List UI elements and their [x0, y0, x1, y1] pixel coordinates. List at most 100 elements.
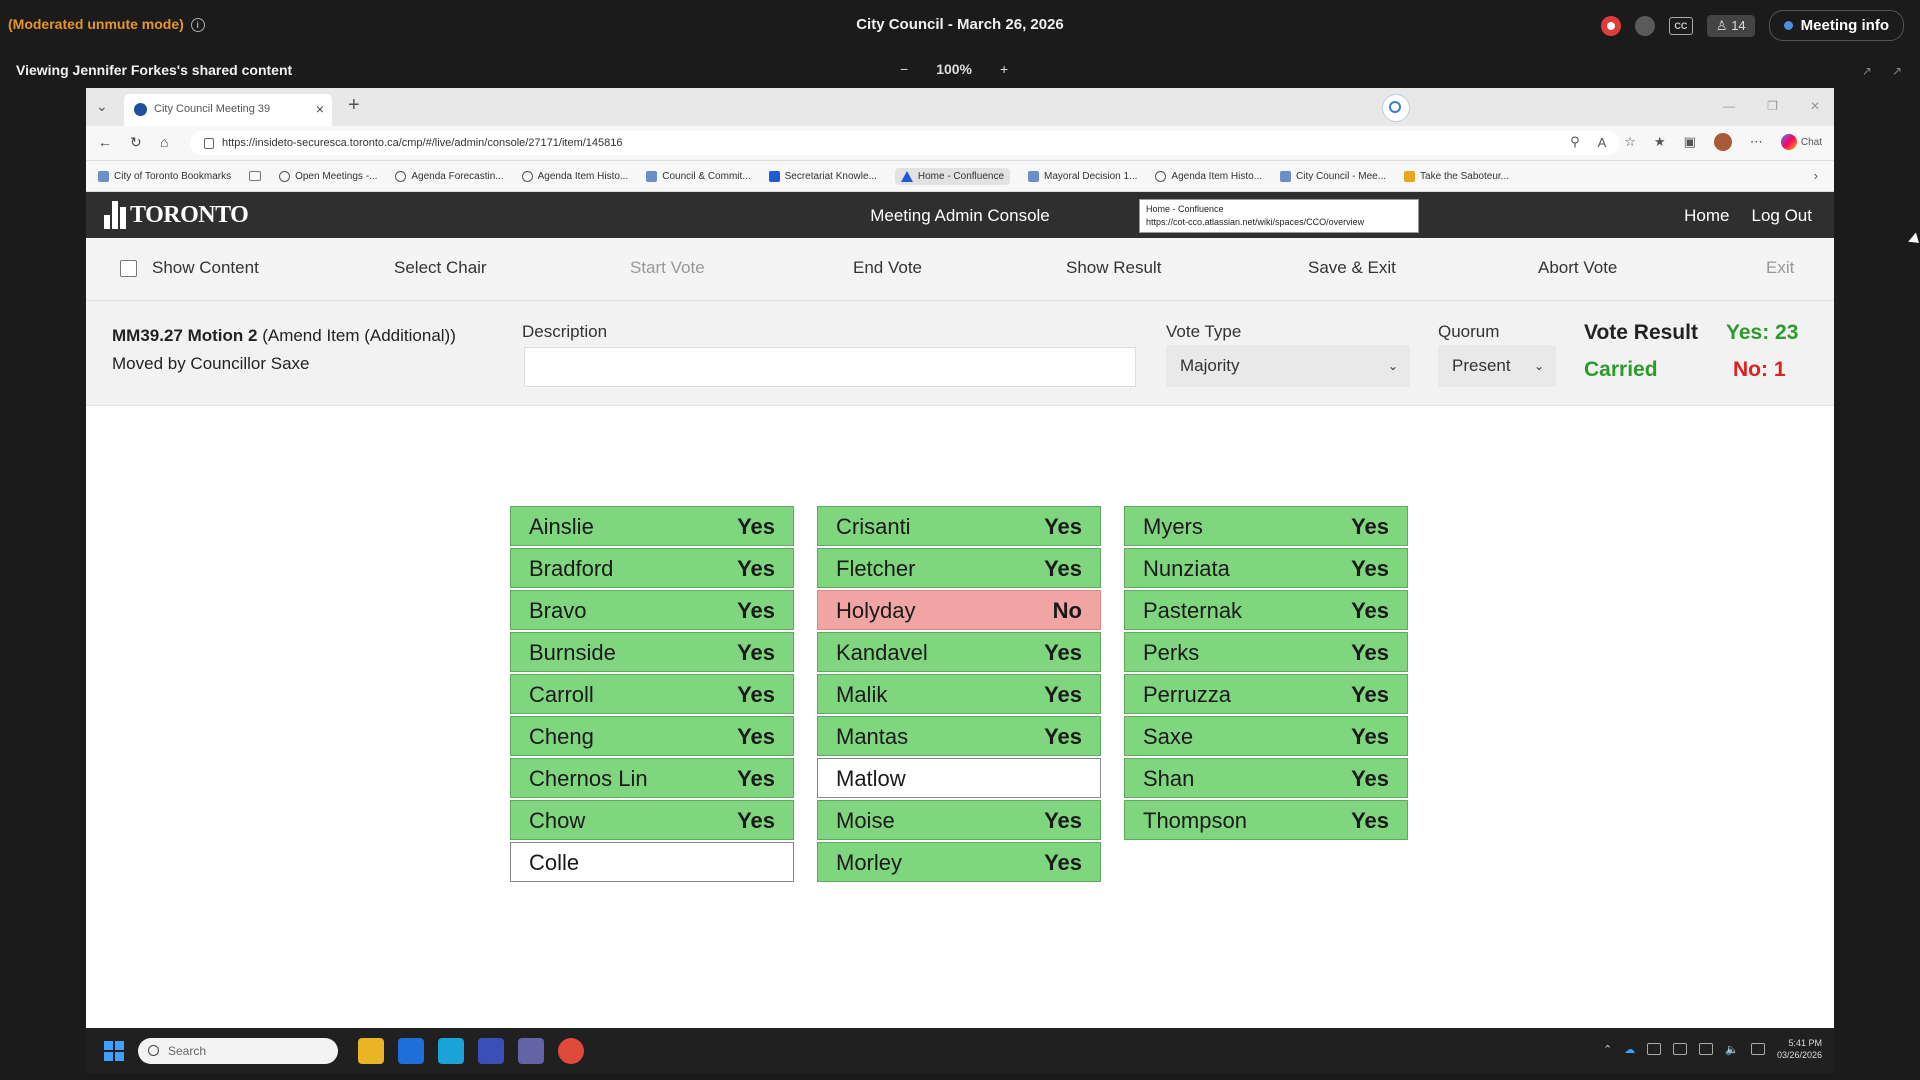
vote-cell[interactable]: Burnside Yes — [510, 632, 794, 672]
refresh-icon[interactable]: ↻ — [130, 134, 142, 151]
vote-cell[interactable]: Shan Yes — [1124, 758, 1408, 798]
pen-icon[interactable] — [1647, 1043, 1662, 1055]
close-tab-icon[interactable]: × — [316, 101, 324, 117]
logout-link[interactable]: Log Out — [1752, 206, 1813, 226]
favorite-icon[interactable]: ☆ — [1624, 134, 1636, 150]
more-icon[interactable]: ⋯ — [1750, 134, 1763, 150]
browser-tab[interactable]: City Council Meeting 39 × — [124, 94, 332, 126]
chevron-right-icon[interactable]: › — [1814, 168, 1818, 183]
quorum-value: Present — [1452, 356, 1511, 375]
volume-icon[interactable]: 🔈 — [1725, 1043, 1739, 1056]
new-tab-button[interactable]: + — [348, 94, 360, 117]
home-icon[interactable]: ⌂ — [160, 134, 168, 150]
onedrive-icon[interactable]: ☁ — [1624, 1043, 1635, 1056]
vote-cell[interactable]: Pasternak Yes — [1124, 590, 1408, 630]
bookmark-item[interactable]: City Council - Mee... — [1280, 170, 1386, 182]
abort-vote-button[interactable]: Abort Vote — [1538, 258, 1617, 278]
vote-cell[interactable]: Ainslie Yes — [510, 506, 794, 546]
recording-icon[interactable] — [1600, 15, 1621, 36]
home-link[interactable]: Home — [1684, 206, 1729, 226]
chrome-icon[interactable] — [558, 1038, 584, 1064]
vote-type-select[interactable]: Majority ⌄ — [1166, 345, 1410, 387]
bookmark-item[interactable]: Open Meetings -... — [279, 170, 377, 182]
show-content-checkbox[interactable] — [120, 260, 137, 277]
file-explorer-icon[interactable] — [358, 1038, 384, 1064]
bookmark-item[interactable]: Take the Saboteur... — [1404, 170, 1509, 182]
close-window-icon[interactable]: ✕ — [1810, 99, 1820, 113]
collections-icon[interactable]: ▣ — [1684, 134, 1696, 150]
vote-cell[interactable]: Myers Yes — [1124, 506, 1408, 546]
webex-icon[interactable] — [478, 1038, 504, 1064]
bookmark-item[interactable]: Agenda Forecastin... — [395, 170, 504, 182]
chevron-up-icon[interactable]: ⌃ — [1603, 1043, 1612, 1056]
fullscreen-icon[interactable]: ↗ — [1892, 64, 1902, 78]
vote-column-3: Myers Yes Nunziata Yes Pasternak Yes Perks Yes P… — [1124, 506, 1408, 842]
windows-start-icon[interactable] — [104, 1041, 124, 1061]
copilot-button[interactable]: Chat — [1780, 134, 1822, 150]
battery-icon[interactable] — [1750, 1043, 1765, 1055]
outlook-icon[interactable] — [398, 1038, 424, 1064]
vote-cell[interactable]: Thompson Yes — [1124, 800, 1408, 840]
display-icon[interactable] — [1673, 1043, 1688, 1055]
select-chair-button[interactable]: Select Chair — [394, 258, 487, 278]
vote-cell[interactable]: Saxe Yes — [1124, 716, 1408, 756]
vote-cell[interactable]: Bradford Yes — [510, 548, 794, 588]
back-icon[interactable]: ← — [98, 134, 112, 150]
vote-cell[interactable]: Carroll Yes — [510, 674, 794, 714]
bookmark-item[interactable]: Mayoral Decision 1... — [1028, 170, 1137, 182]
zoom-in-button[interactable]: + — [1000, 61, 1008, 77]
show-result-button[interactable]: Show Result — [1066, 258, 1161, 278]
zoom-out-button[interactable]: − — [900, 61, 908, 77]
bookmark-item[interactable]: Agenda Item Histo... — [1155, 170, 1262, 182]
taskbar-search[interactable]: Search — [138, 1038, 338, 1064]
vote-cell[interactable]: Mantas Yes — [817, 716, 1101, 756]
favorites-icon[interactable]: ★ — [1654, 134, 1666, 150]
compass-icon[interactable] — [1634, 15, 1655, 36]
system-clock[interactable]: 5:41 PM 03/26/2026 — [1777, 1037, 1822, 1061]
vote-cell[interactable]: Holyday No — [817, 590, 1101, 630]
vote-cell[interactable]: Moise Yes — [817, 800, 1101, 840]
edge-icon[interactable] — [438, 1038, 464, 1064]
minimize-icon[interactable]: — — [1723, 99, 1735, 113]
start-vote-button[interactable]: Start Vote — [630, 258, 705, 278]
vote-cell[interactable]: Perruzza Yes — [1124, 674, 1408, 714]
vote-cell[interactable]: Matlow — [817, 758, 1101, 798]
captions-icon[interactable]: CC — [1668, 16, 1693, 35]
bookmark-item[interactable]: Home - Confluence — [894, 167, 1011, 185]
bookmark-item[interactable] — [249, 171, 262, 181]
read-aloud-icon[interactable]: A — [1598, 135, 1607, 150]
vote-cell[interactable]: Bravo Yes — [510, 590, 794, 630]
quorum-select[interactable]: Present ⌄ — [1438, 345, 1556, 387]
bookmark-item[interactable]: City of Toronto Bookmarks — [98, 170, 231, 182]
vote-cell[interactable]: Chow Yes — [510, 800, 794, 840]
bookmark-item[interactable]: Council & Commit... — [646, 170, 751, 182]
tab-list-chevron-icon[interactable]: ⌄ — [96, 98, 108, 115]
vote-cell[interactable]: Colle — [510, 842, 794, 882]
bookmark-item[interactable]: Secretariat Knowle... — [768, 170, 877, 182]
copilot-icon[interactable] — [1382, 94, 1410, 122]
pop-out-icon[interactable]: ↗ — [1862, 64, 1872, 78]
vote-cell[interactable]: Malik Yes — [817, 674, 1101, 714]
save-exit-button[interactable]: Save & Exit — [1308, 258, 1396, 278]
vote-cell[interactable]: Nunziata Yes — [1124, 548, 1408, 588]
profile-avatar[interactable] — [1713, 133, 1732, 151]
vote-cell[interactable]: Kandavel Yes — [817, 632, 1101, 672]
vote-cell[interactable]: Crisanti Yes — [817, 506, 1101, 546]
vote-cell[interactable]: Morley Yes — [817, 842, 1101, 882]
description-input[interactable] — [524, 347, 1136, 387]
end-vote-button[interactable]: End Vote — [853, 258, 922, 278]
vote-cell[interactable]: Chernos Lin Yes — [510, 758, 794, 798]
vote-cell[interactable]: Perks Yes — [1124, 632, 1408, 672]
teams-icon[interactable] — [518, 1038, 544, 1064]
restore-icon[interactable]: ❐ — [1767, 99, 1778, 113]
exit-button[interactable]: Exit — [1766, 258, 1794, 278]
participants-button[interactable]: ♙ 14 — [1706, 14, 1755, 37]
vote-cell[interactable]: Cheng Yes — [510, 716, 794, 756]
vote-cell[interactable]: Fletcher Yes — [817, 548, 1101, 588]
bookmark-item[interactable]: Agenda Item Histo... — [521, 170, 628, 182]
url-field[interactable]: https://insideto-securesca.toronto.ca/cm… — [190, 131, 1620, 155]
zoom-icon[interactable]: ⚲ — [1570, 134, 1580, 150]
meeting-info-button[interactable]: Meeting info — [1768, 10, 1904, 41]
network-icon[interactable] — [1699, 1043, 1714, 1055]
show-content-label[interactable]: Show Content — [152, 258, 259, 278]
